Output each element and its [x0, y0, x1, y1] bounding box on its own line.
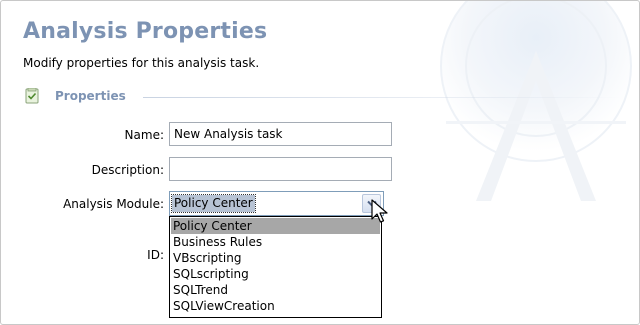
- description-input[interactable]: [169, 157, 392, 181]
- option-policy-center[interactable]: Policy Center: [171, 218, 380, 234]
- name-label: Name:: [124, 128, 164, 142]
- option-sqlscripting[interactable]: SQLscripting: [171, 266, 380, 282]
- page-title: Analysis Properties: [23, 19, 268, 44]
- option-sqltrend[interactable]: SQLTrend: [171, 282, 380, 298]
- properties-page-icon: [25, 88, 39, 104]
- id-label: ID:: [147, 248, 164, 262]
- analysis-module-selected-value[interactable]: Policy Center: [171, 194, 256, 213]
- analysis-module-options-list[interactable]: Policy Center Business Rules VBscripting…: [169, 216, 382, 318]
- analysis-module-label: Analysis Module:: [63, 197, 164, 211]
- option-vbscripting[interactable]: VBscripting: [171, 250, 380, 266]
- properties-section-header[interactable]: Properties: [23, 87, 623, 107]
- option-sqlviewcreation[interactable]: SQLViewCreation: [171, 298, 380, 314]
- option-business-rules[interactable]: Business Rules: [171, 234, 380, 250]
- analysis-module-select[interactable]: Policy Center: [169, 191, 384, 216]
- section-divider: [143, 97, 623, 98]
- mouse-pointer-icon: [371, 199, 388, 223]
- properties-page: Analysis Properties Modify properties fo…: [0, 0, 640, 325]
- description-label: Description:: [91, 163, 164, 177]
- section-title: Properties: [55, 89, 126, 103]
- page-subtitle: Modify properties for this analysis task…: [23, 56, 260, 70]
- name-input[interactable]: New Analysis task: [169, 122, 392, 146]
